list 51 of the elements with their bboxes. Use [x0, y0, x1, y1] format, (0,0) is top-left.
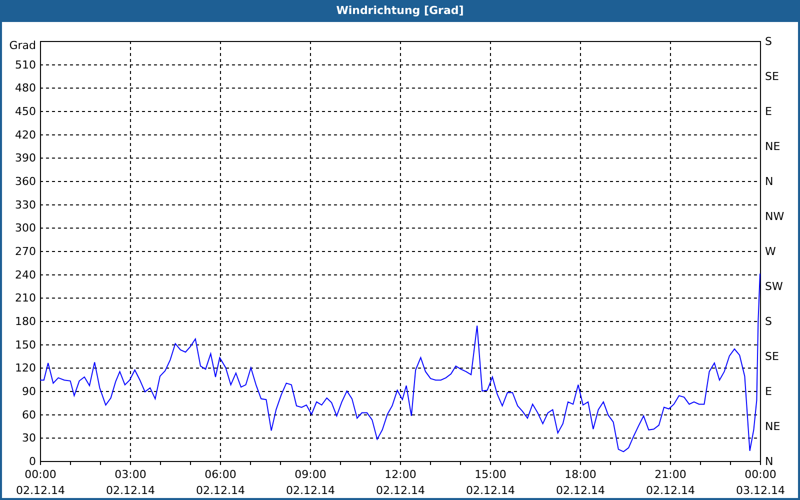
y-tick-label: 120 — [15, 362, 36, 375]
x-tick-label: 18:00 — [564, 468, 596, 481]
compass-label: SE — [765, 70, 779, 83]
x-tick-date: 02.12.14 — [196, 484, 245, 497]
y-axis-label: Grad — [9, 39, 36, 52]
y-tick-label: 330 — [15, 198, 36, 212]
compass-label: SW — [765, 280, 783, 293]
compass-label: SE — [765, 350, 779, 363]
compass-label: N — [765, 175, 774, 188]
x-tick-date: 02.12.14 — [646, 484, 695, 497]
y-tick-label: 420 — [15, 128, 36, 142]
y-tick-label: 360 — [15, 175, 36, 188]
y-tick-label: 210 — [15, 292, 36, 305]
compass-label: E — [765, 385, 772, 398]
x-tick-date: 03.12.14 — [736, 484, 785, 497]
x-tick-label: 12:00 — [384, 468, 416, 481]
compass-label: NW — [765, 210, 784, 223]
compass-label: S — [765, 315, 772, 328]
compass-label: E — [765, 105, 772, 118]
compass-label: W — [765, 245, 776, 258]
x-tick-date: 02.12.14 — [466, 484, 515, 497]
x-tick-date: 02.12.14 — [376, 484, 425, 497]
y-tick-label: 240 — [15, 268, 36, 282]
y-tick-label: 480 — [15, 82, 36, 95]
y-tick-label: 180 — [15, 315, 36, 328]
x-tick-label: 15:00 — [474, 468, 506, 481]
x-tick-date: 02.12.14 — [556, 484, 605, 497]
y-tick-label: 60 — [22, 408, 36, 422]
x-tick-label: 06:00 — [204, 468, 236, 481]
compass-label: NE — [765, 420, 780, 433]
x-tick-label: 21:00 — [654, 468, 686, 481]
x-tick-label: 09:00 — [294, 468, 326, 481]
y-tick-label: 300 — [15, 222, 36, 235]
y-tick-label: 30 — [22, 432, 36, 445]
y-tick-label: 390 — [15, 152, 36, 165]
x-tick-date: 02.12.14 — [106, 484, 155, 497]
y-tick-label: 150 — [15, 338, 36, 352]
y-tick-label: 270 — [15, 245, 36, 258]
x-tick-label: 00:00 — [24, 468, 56, 481]
x-tick-date: 02.12.14 — [16, 484, 65, 497]
y-tick-label: 90 — [22, 385, 36, 398]
y-tick-label: 450 — [15, 105, 36, 118]
y-tick-label: 0 — [29, 455, 36, 468]
window-title: Windrichtung [Grad] — [336, 4, 464, 17]
y-tick-label: 510 — [15, 58, 36, 72]
x-tick-date: 02.12.14 — [286, 484, 335, 497]
x-tick-label: 03:00 — [114, 468, 146, 481]
compass-label: S — [765, 35, 772, 48]
x-tick-label: 00:00 — [744, 468, 776, 481]
compass-label: N — [765, 455, 774, 468]
compass-label: NE — [765, 140, 780, 153]
